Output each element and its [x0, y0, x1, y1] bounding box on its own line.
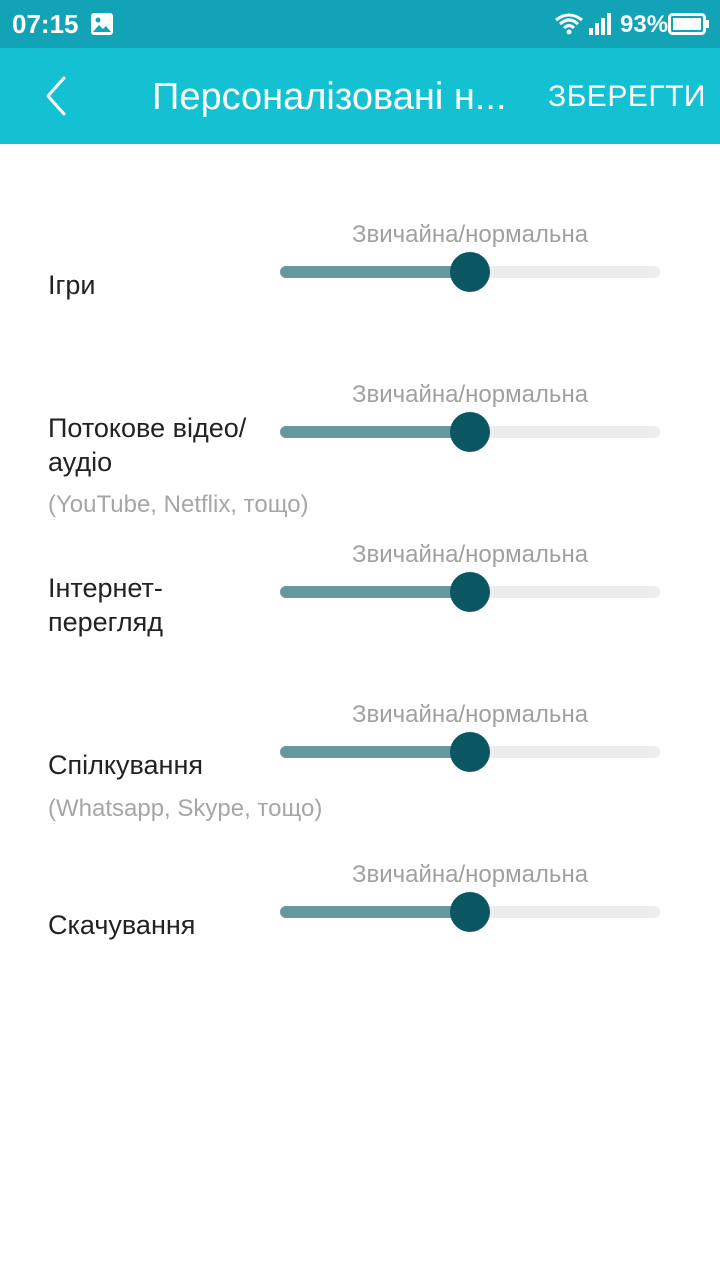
status-bar: 07:15 93%	[0, 0, 720, 48]
level-label: Звичайна/нормальна	[351, 861, 589, 888]
downloads-priority-slider[interactable]	[280, 892, 660, 932]
level-label: Звичайна/нормальна	[351, 381, 589, 408]
priority-row-browsing: Звичайна/нормальна Інтернет-перегляд	[0, 540, 720, 690]
row-label: Інтернет-перегляд	[48, 573, 164, 637]
communication-priority-slider[interactable]	[280, 732, 660, 772]
chevron-left-icon	[46, 76, 66, 116]
streaming-priority-slider[interactable]	[280, 412, 660, 452]
games-priority-slider[interactable]	[280, 252, 660, 292]
signal-icon	[588, 12, 612, 41]
slider-fill	[280, 586, 470, 598]
level-label: Звичайна/нормальна	[351, 221, 589, 248]
slider-thumb[interactable]	[450, 892, 490, 932]
priority-row-streaming: Звичайна/нормальна Потокове відео/аудіо …	[0, 380, 720, 530]
save-button[interactable]: ЗБЕРЕГТИ	[548, 78, 706, 116]
level-label: Звичайна/нормальна	[351, 541, 589, 568]
slider-thumb[interactable]	[450, 252, 490, 292]
gallery-icon	[90, 12, 114, 41]
slider-fill	[280, 266, 470, 278]
page-title: Персоналізовані н...	[152, 76, 507, 118]
app-bar: Персоналізовані н... ЗБЕРЕГТИ	[0, 48, 720, 144]
row-sublabel: (Whatsapp, Skype, тощо)	[48, 795, 323, 822]
row-label: Ігри	[48, 270, 96, 300]
row-label: Спілкування	[48, 750, 203, 780]
wifi-icon	[554, 12, 584, 41]
priority-row-downloads: Звичайна/нормальна Скачування	[0, 860, 720, 1010]
slider-thumb[interactable]	[450, 732, 490, 772]
browsing-priority-slider[interactable]	[280, 572, 660, 612]
row-sublabel: (YouTube, Netflix, тощо)	[48, 491, 309, 518]
slider-thumb[interactable]	[450, 412, 490, 452]
battery-icon	[668, 13, 710, 40]
slider-fill	[280, 426, 470, 438]
status-time: 07:15	[12, 9, 79, 39]
battery-percent: 93%	[620, 11, 669, 38]
slider-fill	[280, 746, 470, 758]
priority-row-communication: Звичайна/нормальна Спілкування (Whatsapp…	[0, 700, 720, 850]
slider-thumb[interactable]	[450, 572, 490, 612]
priority-row-games: Звичайна/нормальна Ігри	[0, 220, 720, 370]
row-label: Потокове відео/аудіо	[48, 413, 247, 477]
row-label: Скачування	[48, 910, 196, 940]
level-label: Звичайна/нормальна	[351, 701, 589, 728]
slider-fill	[280, 906, 470, 918]
back-button[interactable]	[36, 74, 80, 118]
